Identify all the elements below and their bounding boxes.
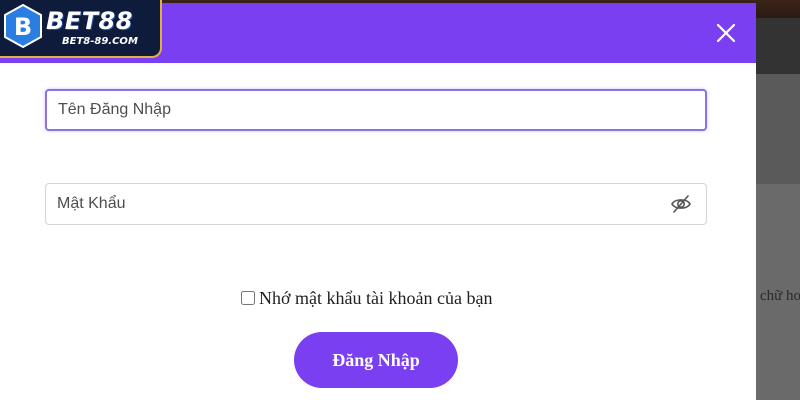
username-field[interactable] [45,89,707,131]
password-visibility-toggle[interactable] [670,193,692,215]
remember-checkbox[interactable] [241,291,255,305]
password-input[interactable] [57,184,657,224]
logo-brand-name: BET88 [46,7,133,35]
backdrop-partial-text: chữ hơ [760,288,800,304]
logo-badge-icon: B [4,4,42,48]
remember-me[interactable]: Nhớ mật khẩu tài khoản của bạn [241,287,492,309]
login-modal: Nhớ mật khẩu tài khoản của bạn Đăng Nhập [0,3,756,400]
username-input[interactable] [58,91,658,129]
svg-text:B: B [14,13,32,41]
remember-label: Nhớ mật khẩu tài khoản của bạn [259,287,493,308]
logo-domain: BET8-89.COM [62,36,138,47]
brand-logo: B BET88 BET8-89.COM [0,0,162,58]
login-button[interactable]: Đăng Nhập [294,332,458,388]
eye-off-icon [671,195,691,213]
close-button[interactable] [712,19,740,47]
backdrop-page [756,18,800,400]
password-field[interactable] [45,183,707,225]
close-icon [716,23,736,43]
